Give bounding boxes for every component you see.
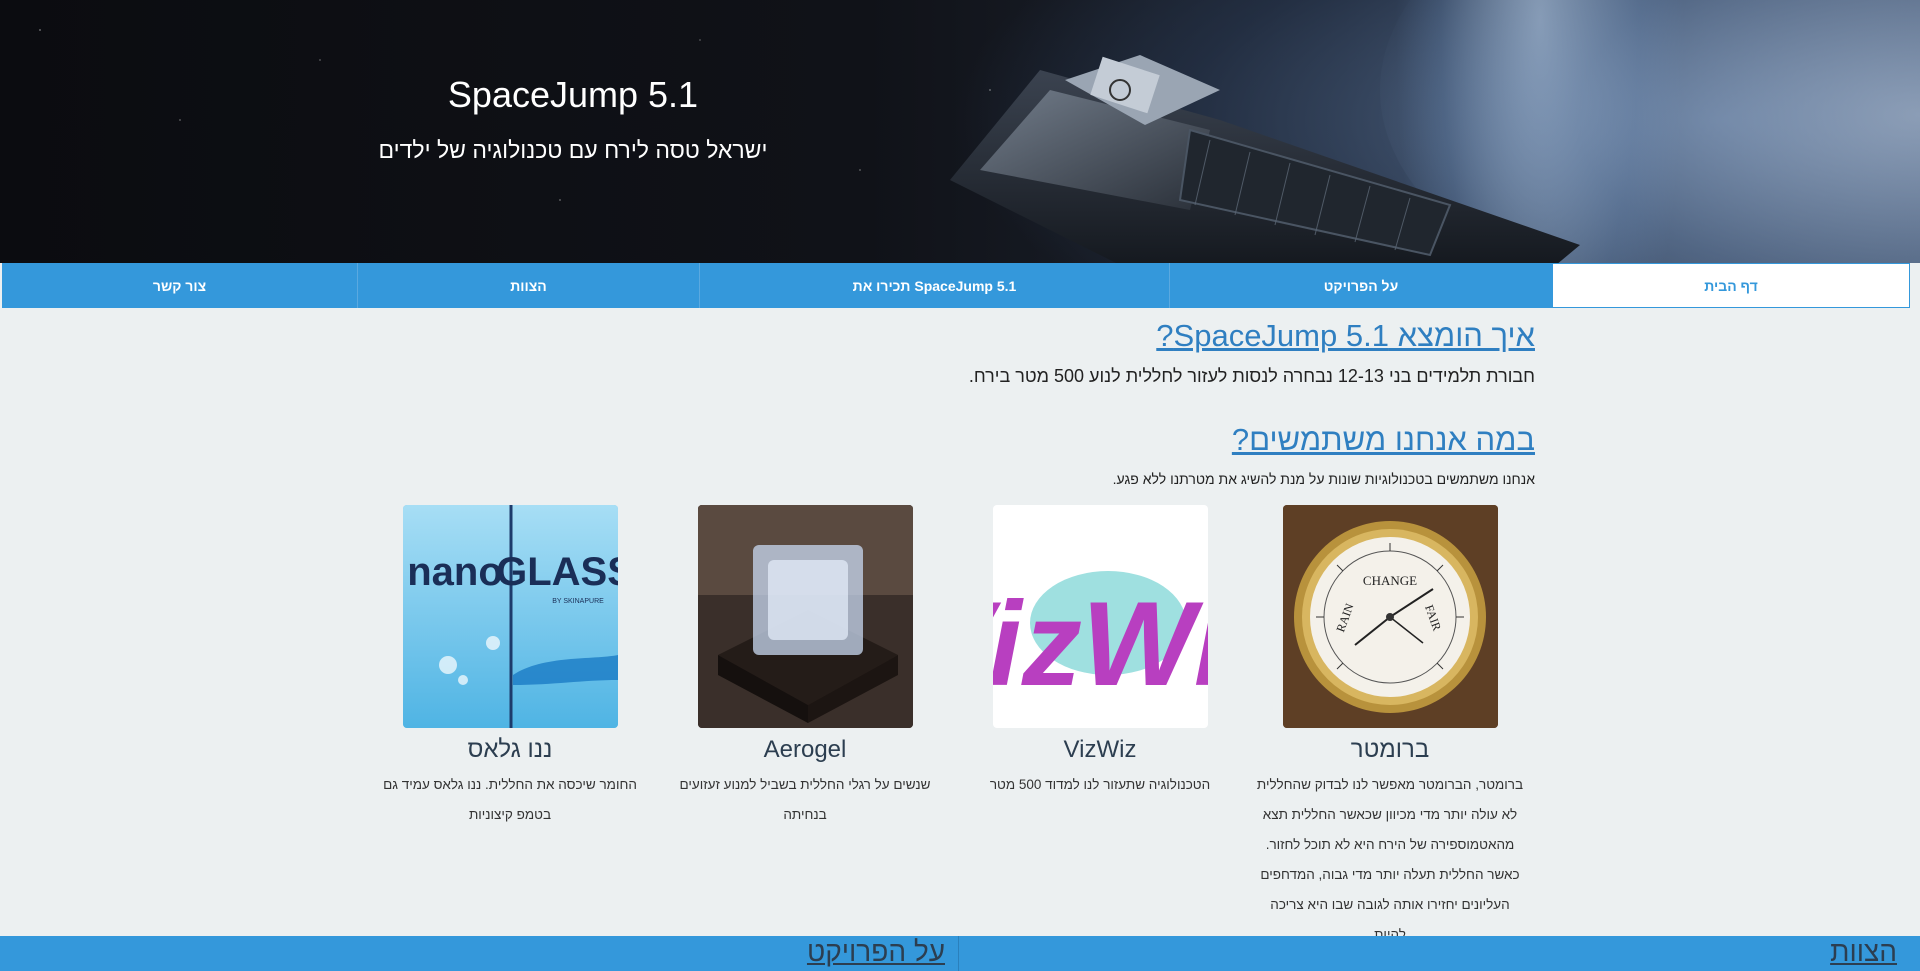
nav-contact[interactable]: צור קשר bbox=[2, 263, 357, 308]
svg-text:GLASS: GLASS bbox=[496, 550, 618, 594]
svg-text:VizWiz: VizWiz bbox=[993, 577, 1208, 711]
footer-divider bbox=[958, 936, 959, 971]
nano-glass-image: nano GLASS BY SKINAPURE bbox=[402, 505, 618, 728]
footer-bar: הצוות על הפרויקט bbox=[0, 936, 1920, 971]
tech-card-nano-glass: nano GLASS BY SKINAPURE ננו גלאס החומר ש… bbox=[375, 505, 645, 830]
nav-home[interactable]: דף הבית bbox=[1552, 263, 1910, 308]
tech-text: אנחנו משתמשים בטכנולוגיות שונות על מנת ל… bbox=[1112, 471, 1535, 487]
barometer-title: ברומטר bbox=[1350, 736, 1430, 763]
site-title: SpaceJump 5.1 bbox=[447, 74, 699, 115]
svg-text:CHANGE: CHANGE bbox=[1362, 573, 1416, 588]
footer-link-team[interactable]: הצוות bbox=[1830, 936, 1897, 968]
site-subtitle: ישראל טסה לירח עם טכנולוגיה של ילדים bbox=[378, 137, 768, 163]
nano-glass-description: החומר שיכסה את החללית. ננו גלאס עמיד גם … bbox=[383, 777, 637, 822]
nav-about-project[interactable]: על הפרויקט bbox=[1169, 263, 1552, 308]
tech-card-barometer: CHANGE RAIN FAIR ברומטר ברומטר, הברומטר … bbox=[1255, 505, 1525, 950]
svg-text:nano: nano bbox=[407, 550, 503, 594]
vizwiz-description: הטכנולוגיה שתעזור לנו למדוד 500 מטר bbox=[989, 777, 1211, 792]
nano-glass-title: ננו גלאס bbox=[467, 736, 553, 763]
nav-team[interactable]: הצוות bbox=[357, 263, 699, 308]
tech-card-vizwiz: VizWiz VizWiz הטכנולוגיה שתעזור לנו למדו… bbox=[965, 505, 1235, 800]
tech-card-aerogel: Aerogel שנשים על רגלי החללית בשביל למנוע… bbox=[670, 505, 940, 830]
aerogel-description: שנשים על רגלי החללית בשביל למנוע זעזועים… bbox=[679, 777, 931, 822]
footer-link-about-project[interactable]: על הפרויקט bbox=[807, 936, 945, 968]
aerogel-title: Aerogel bbox=[763, 736, 847, 763]
nav-meet-spacejump[interactable]: תכירו את SpaceJump 5.1 bbox=[699, 263, 1169, 308]
vizwiz-logo-image: VizWiz bbox=[992, 505, 1208, 728]
intro-text: חבורת תלמידים בני 12-13 נבחרה לנסות לעזו… bbox=[968, 366, 1535, 386]
aerogel-image bbox=[697, 505, 913, 728]
svg-text:BY SKINAPURE: BY SKINAPURE bbox=[552, 598, 604, 605]
barometer-description: ברומטר, הברומטר מאפשר לנו לבדוק שהחללית … bbox=[1256, 777, 1524, 942]
tech-heading[interactable]: במה אנחנו משתמשים? bbox=[1232, 422, 1535, 458]
vizwiz-title: VizWiz bbox=[1063, 736, 1137, 763]
barometer-image: CHANGE RAIN FAIR bbox=[1282, 505, 1498, 728]
hero-banner: SpaceJump 5.1 ישראל טסה לירח עם טכנולוגי… bbox=[0, 0, 1920, 263]
intro-heading[interactable]: איך הומצא SpaceJump 5.1? bbox=[1156, 318, 1535, 354]
main-nav: דף הבית על הפרויקט תכירו את SpaceJump 5.… bbox=[2, 263, 1910, 308]
